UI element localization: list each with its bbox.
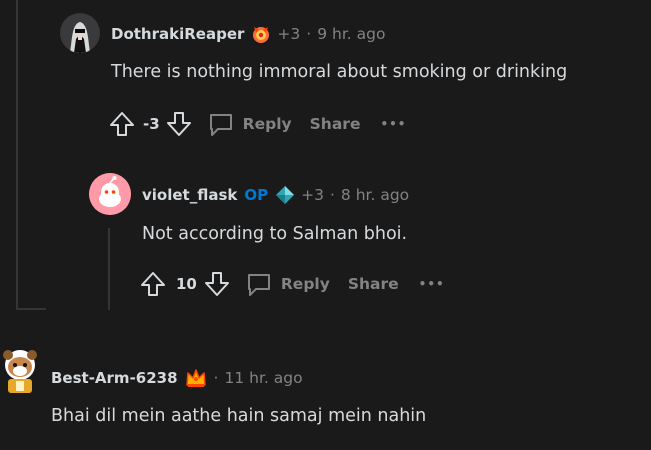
comment-text: There is nothing immoral about smoking o… <box>111 62 568 82</box>
karma: +3 <box>301 186 324 204</box>
thread-line-left[interactable] <box>16 0 18 310</box>
username[interactable]: violet_flask <box>142 186 237 204</box>
reply-button[interactable]: Reply <box>207 110 292 138</box>
share-button[interactable]: Share <box>348 275 399 293</box>
username[interactable]: Best-Arm-6238 <box>51 369 178 387</box>
comment-text: Not according to Salman bhoi. <box>142 224 408 244</box>
more-options-button[interactable]: ••• <box>419 277 445 291</box>
share-button[interactable]: Share <box>310 115 361 133</box>
downvote-icon[interactable] <box>165 110 193 138</box>
thread-connector <box>16 308 46 310</box>
reply-label: Reply <box>242 115 292 133</box>
comment-actions: 10 Reply Share ••• <box>139 270 445 298</box>
separator: · <box>329 186 335 204</box>
comment-meta: violet_flask OP +3 · 8 hr. ago <box>142 184 409 206</box>
crown-award-icon <box>184 367 208 389</box>
thread-line-nested[interactable] <box>108 228 110 310</box>
comment-bubble-icon <box>245 270 273 298</box>
avatar[interactable] <box>60 13 100 53</box>
separator: · <box>306 25 312 43</box>
upvote-icon[interactable] <box>108 110 136 138</box>
comment-actions: -3 Reply Share ••• <box>108 110 406 138</box>
diamond-icon <box>274 184 296 206</box>
separator: · <box>213 369 219 387</box>
reply-label: Reply <box>280 275 330 293</box>
comment-meta: Best-Arm-6238 · 11 hr. ago <box>51 367 303 389</box>
karma: +3 <box>277 25 301 43</box>
avatar[interactable] <box>0 345 40 397</box>
downvote-icon[interactable] <box>203 270 231 298</box>
op-badge: OP <box>244 186 269 204</box>
avatar[interactable] <box>89 173 131 215</box>
vote-count: -3 <box>143 115 160 133</box>
comment-text: Bhai dil mein aathe hain samaj mein nahi… <box>51 406 427 426</box>
comment-bubble-icon <box>207 110 235 138</box>
timestamp[interactable]: 9 hr. ago <box>317 25 385 43</box>
more-options-button[interactable]: ••• <box>380 117 406 131</box>
comment-meta: DothrakiReaper +3 · 9 hr. ago <box>111 23 385 45</box>
reply-button[interactable]: Reply <box>245 270 330 298</box>
username[interactable]: DothrakiReaper <box>111 25 244 43</box>
timestamp[interactable]: 8 hr. ago <box>341 186 409 204</box>
upvote-icon[interactable] <box>139 270 167 298</box>
fire-award-icon <box>250 23 272 45</box>
vote-count: 10 <box>176 275 197 293</box>
timestamp[interactable]: 11 hr. ago <box>224 369 302 387</box>
